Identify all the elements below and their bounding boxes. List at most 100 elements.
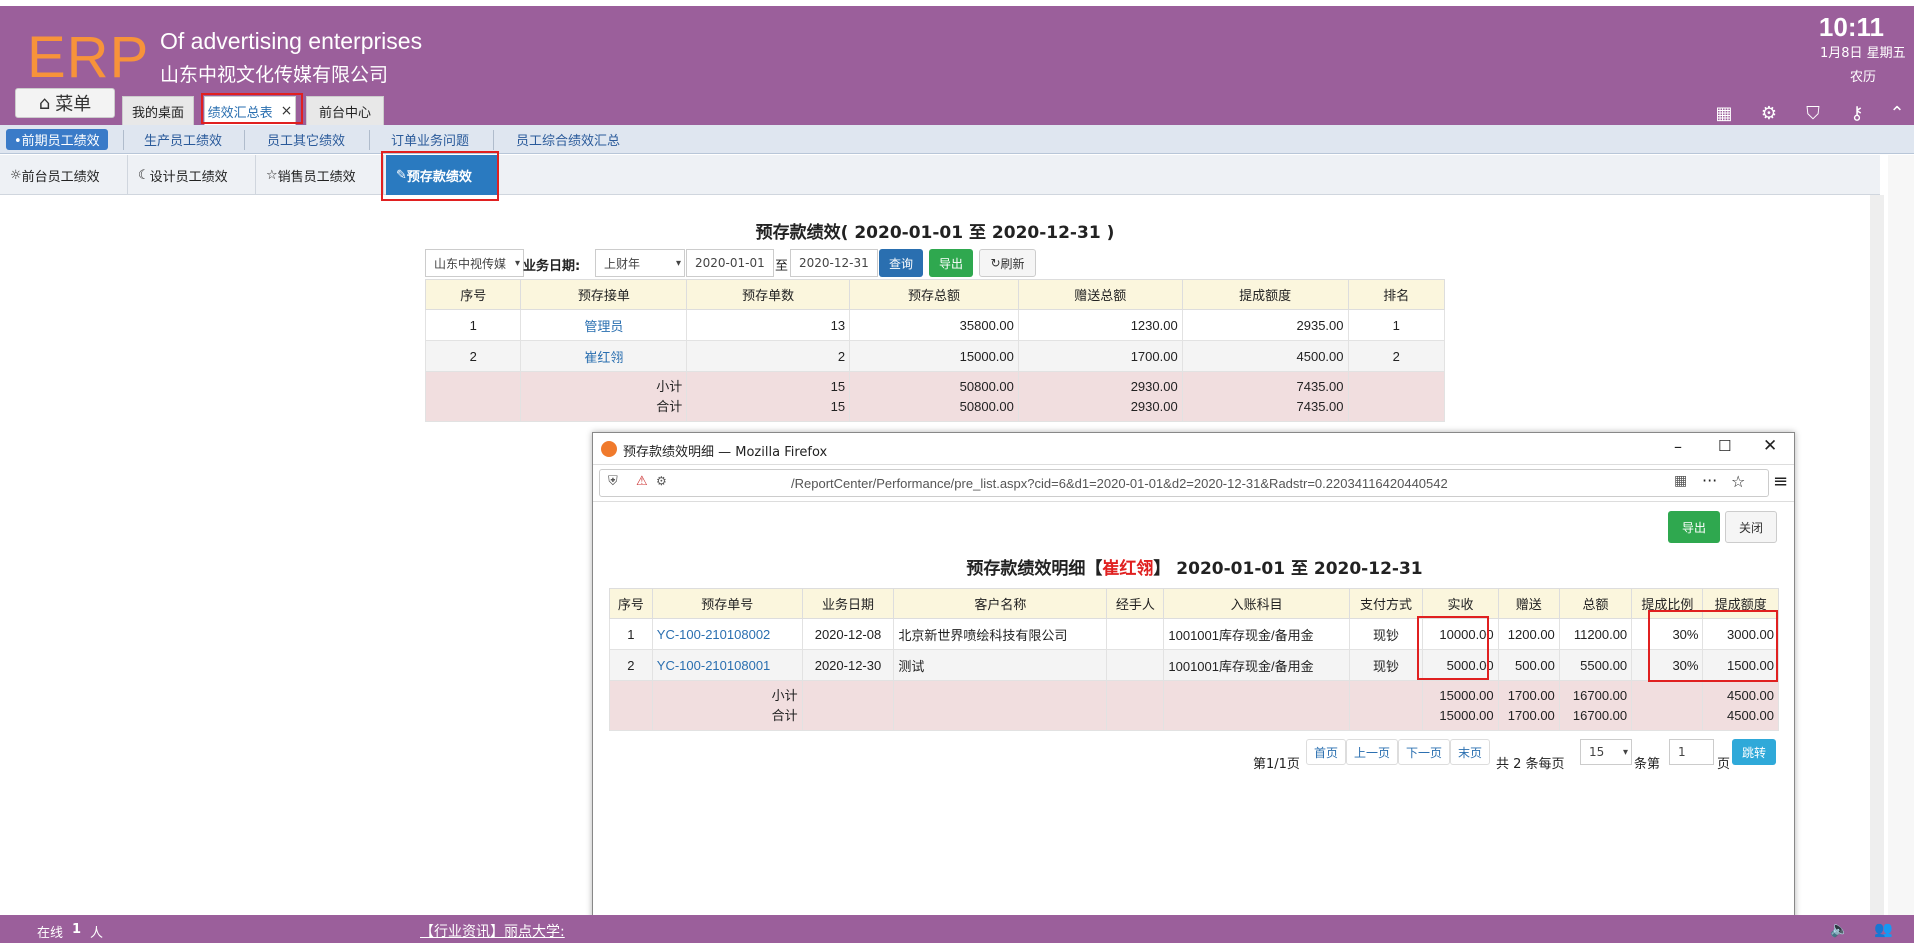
empty-cell — [801, 680, 895, 731]
company-select[interactable]: 山东中视传媒 ▾ — [425, 249, 524, 277]
minimize-icon[interactable]: – — [1674, 437, 1682, 456]
subtotal-total: 50800.00 — [959, 378, 1014, 394]
chevron-down-icon: ▾ — [1622, 746, 1628, 758]
cell-no: 1 — [609, 618, 653, 650]
empty-cell — [424, 371, 522, 422]
maximize-icon[interactable]: ☐ — [1718, 437, 1731, 455]
popup-close-button[interactable]: 关闭 — [1725, 511, 1777, 543]
grandtotal-received: 15000.00 — [1439, 707, 1494, 723]
total-amount: 50800.00 50800.00 — [849, 371, 1019, 422]
hamburger-menu-icon[interactable]: ≡ — [1773, 471, 1788, 492]
tab-design-staff-performance[interactable]: ☾ 设计员工绩效 — [128, 155, 256, 195]
page-size-select[interactable]: 15 ▾ — [1580, 739, 1632, 765]
total-gift: 2930.00 2930.00 — [1017, 371, 1183, 422]
pencil-icon: ✎ — [396, 167, 407, 183]
cell-commission: 2935.00 — [1181, 309, 1349, 341]
tab-front-staff-performance[interactable]: ☼ 前台员工绩效 — [0, 155, 128, 195]
qr-icon[interactable]: ▦ — [1674, 473, 1687, 489]
order-link[interactable]: YC-100-210108001 — [651, 649, 803, 681]
tab-front-center[interactable]: 前台中心 — [306, 96, 384, 125]
window-title: 预存款绩效明细 — Mozilla Firefox — [623, 445, 828, 460]
insecure-lock-icon: ⚠ — [636, 474, 648, 489]
table-row: 2 YC-100-210108001 2020-12-30 测试 1001001… — [609, 649, 1779, 681]
table-row: 1 管理员 13 35800.00 1230.00 2935.00 1 — [424, 309, 1445, 341]
refresh-label: 刷新 — [1000, 256, 1025, 271]
column-header: 提成额度 — [1181, 279, 1349, 310]
firefox-icon — [601, 441, 617, 457]
subnav-item-production-staff[interactable]: 生产员工绩效 — [136, 129, 230, 150]
cell-received: 10000.00 — [1422, 618, 1499, 650]
staff-link[interactable]: 崔红翎 — [520, 340, 688, 372]
cell-commission: 1500.00 — [1702, 649, 1779, 681]
first-page-button[interactable]: 首页 — [1306, 739, 1346, 765]
users-icon[interactable]: 👥 — [1874, 920, 1893, 938]
column-header: 预存单数 — [686, 279, 851, 310]
shirt-icon[interactable]: ⛉ — [1802, 103, 1824, 125]
goto-button[interactable]: 跳转 — [1732, 739, 1776, 765]
tab-my-desktop[interactable]: 我的桌面 — [122, 96, 194, 125]
grandtotal-total: 16700.00 — [1572, 707, 1628, 723]
column-header: 赠送 — [1497, 588, 1560, 619]
app-header: ERP Of advertising enterprises 山东中视文化传媒有… — [0, 6, 1914, 125]
close-window-icon[interactable]: ✕ — [1763, 436, 1777, 456]
tab-prepaid-performance[interactable]: ✎ 预存款绩效 — [386, 155, 498, 195]
total-commission: 7435.00 7435.00 — [1181, 371, 1349, 422]
up-icon[interactable]: ⌃ — [1886, 103, 1908, 125]
subnav-item-other-staff[interactable]: 员工其它绩效 — [259, 129, 353, 150]
cell-customer: 北京新世界喷绘科技有限公司 — [893, 618, 1108, 650]
period-select[interactable]: 上财年 ▾ — [595, 249, 685, 277]
tab-performance-summary[interactable]: 绩效汇总表 × — [204, 96, 296, 125]
table-header-row: 序号 预存接单 预存单数 预存总额 赠送总额 提成额度 排名 — [424, 279, 1445, 310]
cell-gift: 500.00 — [1497, 649, 1560, 681]
refresh-button[interactable]: ↻ 刷新 — [979, 249, 1036, 277]
bookmark-star-icon[interactable]: ☆ — [1731, 472, 1745, 491]
popup-title: 预存款绩效明细【崔红翎】 2020-01-01 至 2020-12-31 — [593, 554, 1796, 579]
query-button[interactable]: 查询 — [879, 249, 923, 277]
prev-page-button[interactable]: 上一页 — [1346, 739, 1398, 765]
report-tabs: ☼ 前台员工绩效 ☾ 设计员工绩效 ☆ 销售员工绩效 ✎ 预存款绩效 — [0, 155, 1880, 195]
column-header: 业务日期 — [801, 588, 895, 619]
news-ticker-link[interactable]: 【行业资讯】丽点大学: — [420, 921, 565, 941]
subnav-item-order-issues[interactable]: 订单业务问题 — [383, 129, 477, 150]
tab-label: 绩效汇总表 — [207, 105, 273, 121]
grandtotal-count: 15 — [830, 398, 846, 414]
sun-icon: ☼ — [10, 167, 22, 183]
volume-icon[interactable]: 🔈 — [1830, 920, 1849, 938]
subnav-item-combined-summary[interactable]: 员工综合绩效汇总 — [508, 129, 628, 150]
subnav-item-early-staff[interactable]: •前期员工绩效 — [6, 129, 108, 150]
next-page-button[interactable]: 下一页 — [1398, 739, 1450, 765]
popup-export-button[interactable]: 导出 — [1668, 511, 1720, 543]
menu-button[interactable]: ⌂ 菜单 — [15, 88, 115, 118]
scrollbar[interactable] — [1870, 195, 1884, 915]
tab-sales-staff-performance[interactable]: ☆ 销售员工绩效 — [256, 155, 384, 195]
outer-scrollbar[interactable] — [1888, 155, 1914, 915]
cell-ratio: 30% — [1631, 649, 1704, 681]
last-page-button[interactable]: 末页 — [1450, 739, 1490, 765]
subtotal-gift: 1700.00 — [1507, 687, 1555, 703]
url-bar[interactable]: ⛨ ⚠ ⚙ /ReportCenter/Performance/pre_list… — [599, 469, 1769, 497]
date-from-input[interactable]: 2020-01-01 — [686, 249, 774, 277]
key-icon[interactable]: ⚷ — [1846, 103, 1868, 125]
staff-link[interactable]: 管理员 — [520, 309, 688, 341]
cell-received: 5000.00 — [1422, 649, 1499, 681]
cell-count: 13 — [686, 309, 851, 341]
title-staff-name: 崔红翎 — [1102, 559, 1154, 579]
total-info: 共 2 条每页 — [1496, 757, 1565, 772]
cell-date: 2020-12-08 — [801, 618, 895, 650]
grid-icon[interactable]: ▦ — [1713, 103, 1735, 125]
cell-total: 5500.00 — [1558, 649, 1633, 681]
goto-page-input[interactable]: 1 — [1669, 739, 1714, 765]
cell-rank: 2 — [1347, 340, 1445, 372]
gear-icon[interactable]: ⚙ — [1758, 103, 1780, 125]
export-button[interactable]: 导出 — [929, 249, 973, 277]
toolbar-divider — [593, 501, 1794, 502]
order-link[interactable]: YC-100-210108002 — [651, 618, 803, 650]
date-to-input[interactable]: 2020-12-31 — [790, 249, 878, 277]
more-icon[interactable]: ··· — [1702, 471, 1717, 490]
shield-icon: ⛨ — [608, 474, 618, 489]
close-icon[interactable]: × — [281, 103, 293, 119]
date-label: 业务日期: — [523, 259, 581, 274]
empty-cell — [893, 680, 1108, 731]
period-select-value: 上财年 — [604, 256, 641, 271]
lunar-label: 农历 — [1850, 70, 1877, 85]
